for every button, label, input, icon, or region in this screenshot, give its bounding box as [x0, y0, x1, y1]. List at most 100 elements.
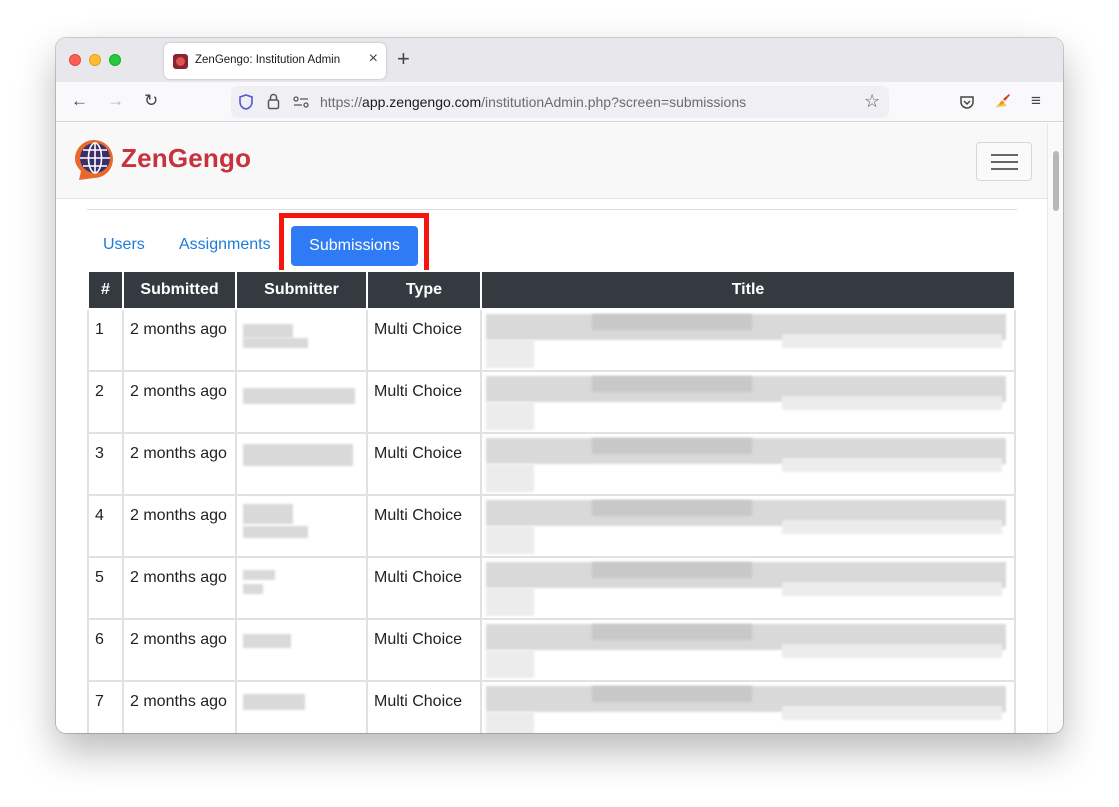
redaction-block: [592, 376, 752, 392]
table-row[interactable]: 32 months ago Multi Choice: [87, 432, 1016, 496]
forward-arrow-icon[interactable]: →: [107, 91, 124, 111]
redaction-block: [782, 644, 1002, 658]
redaction-block: [486, 650, 534, 678]
url-text: https://app.zengengo.com/institutionAdmi…: [320, 94, 746, 110]
shield-icon[interactable]: [239, 94, 253, 110]
window-maximize-button[interactable]: [109, 54, 121, 66]
url-bar[interactable]: https://app.zengengo.com/institutionAdmi…: [231, 86, 889, 118]
column-header-submitter[interactable]: Submitter: [235, 270, 368, 310]
cell-submitted: 2 months ago: [122, 494, 237, 558]
cell-num: 3: [87, 432, 124, 496]
cell-submitted: 2 months ago: [122, 618, 237, 682]
redaction-block: [782, 396, 1002, 410]
table-row[interactable]: 72 months ago Multi Choice: [87, 680, 1016, 733]
scrollbar-thumb[interactable]: [1053, 151, 1059, 211]
pocket-icon[interactable]: [959, 94, 975, 110]
redaction-block: [592, 624, 752, 640]
cell-type: Multi Choice: [366, 680, 482, 733]
star-icon[interactable]: ☆: [864, 91, 880, 111]
column-header-num[interactable]: #: [87, 270, 124, 310]
column-header-title[interactable]: Title: [480, 270, 1016, 310]
cell-num: 2: [87, 370, 124, 434]
redaction-block: [243, 584, 263, 594]
hamburger-line: [991, 154, 1018, 156]
submissions-table: # Submitted Submitter Type Title 12 mont…: [87, 270, 1016, 733]
url-prefix: https://: [320, 94, 363, 110]
cell-submitter-redacted: [235, 494, 368, 558]
cell-num: 1: [87, 308, 124, 372]
cell-num: 4: [87, 494, 124, 558]
cell-title-redacted: [480, 308, 1016, 372]
table-row[interactable]: 22 months ago Multi Choice: [87, 370, 1016, 434]
redaction-block: [592, 438, 752, 454]
favicon-icon: [173, 54, 188, 69]
hamburger-line: [991, 161, 1018, 163]
redaction-block: [243, 694, 305, 710]
redaction-block: [243, 324, 293, 338]
table-row[interactable]: 62 months ago Multi Choice: [87, 618, 1016, 682]
redaction-block: [782, 706, 1002, 720]
cell-submitted: 2 months ago: [122, 308, 237, 372]
table-row[interactable]: 42 months ago Multi Choice: [87, 494, 1016, 558]
redaction-block: [592, 314, 752, 330]
redaction-block: [486, 526, 534, 554]
tab-close-icon[interactable]: ×: [369, 50, 378, 68]
tab-submissions[interactable]: Submissions: [291, 226, 418, 266]
window-minimize-button[interactable]: [89, 54, 101, 66]
cell-submitter-redacted: [235, 308, 368, 372]
redaction-block: [243, 634, 291, 648]
reload-icon[interactable]: ↻: [144, 91, 158, 111]
redaction-block: [486, 340, 534, 368]
cell-submitted: 2 months ago: [122, 556, 237, 620]
redaction-block: [782, 520, 1002, 534]
cell-submitter-redacted: [235, 370, 368, 434]
redaction-block: [486, 464, 534, 492]
column-header-type[interactable]: Type: [366, 270, 482, 310]
tab-assignments[interactable]: Assignments: [179, 236, 271, 254]
hamburger-menu-button[interactable]: [976, 142, 1032, 181]
cell-title-redacted: [480, 370, 1016, 434]
table-row[interactable]: 52 months ago Multi Choice: [87, 556, 1016, 620]
redaction-block: [782, 458, 1002, 472]
redaction-block: [486, 712, 534, 733]
cell-type: Multi Choice: [366, 370, 482, 434]
tab-bar: ZenGengo: Institution Admin × +: [56, 38, 1063, 82]
table-header-row: # Submitted Submitter Type Title: [87, 270, 1016, 310]
cell-num: 7: [87, 680, 124, 733]
lock-icon[interactable]: [267, 93, 280, 110]
redaction-block: [592, 562, 752, 578]
page-scrollbar[interactable]: [1047, 123, 1063, 733]
extension-icon[interactable]: [994, 92, 1012, 110]
redaction-block: [592, 686, 752, 702]
cell-type: Multi Choice: [366, 618, 482, 682]
column-header-submitted[interactable]: Submitted: [122, 270, 237, 310]
cell-title-redacted: [480, 680, 1016, 733]
cell-type: Multi Choice: [366, 432, 482, 496]
cell-submitter-redacted: [235, 618, 368, 682]
menu-icon[interactable]: ≡: [1031, 91, 1041, 111]
tab-title: ZenGengo: Institution Admin: [195, 54, 341, 66]
site-header: ZenGengo: [56, 123, 1047, 199]
cell-submitter-redacted: [235, 432, 368, 496]
browser-window: ZenGengo: Institution Admin × + ← → ↻ ht…: [56, 38, 1063, 733]
cell-title-redacted: [480, 432, 1016, 496]
tab-users[interactable]: Users: [103, 236, 145, 254]
browser-tab-active[interactable]: ZenGengo: Institution Admin ×: [164, 43, 386, 79]
new-tab-icon[interactable]: +: [397, 47, 410, 71]
globe-logo-icon: [75, 140, 113, 180]
redaction-block: [486, 588, 534, 616]
redaction-block: [243, 388, 355, 404]
table-row[interactable]: 12 months ago Multi Choice: [87, 308, 1016, 372]
hamburger-line: [991, 168, 1018, 170]
cell-submitted: 2 months ago: [122, 680, 237, 733]
url-path: /institutionAdmin.php?screen=submissions: [481, 94, 747, 110]
back-arrow-icon[interactable]: ←: [71, 91, 88, 111]
redaction-block: [486, 402, 534, 430]
window-close-button[interactable]: [69, 54, 81, 66]
cell-submitter-redacted: [235, 556, 368, 620]
cell-title-redacted: [480, 618, 1016, 682]
redaction-block: [243, 504, 293, 524]
redaction-block: [243, 444, 353, 466]
logo-text[interactable]: ZenGengo: [121, 143, 251, 174]
permissions-icon[interactable]: [293, 96, 309, 108]
